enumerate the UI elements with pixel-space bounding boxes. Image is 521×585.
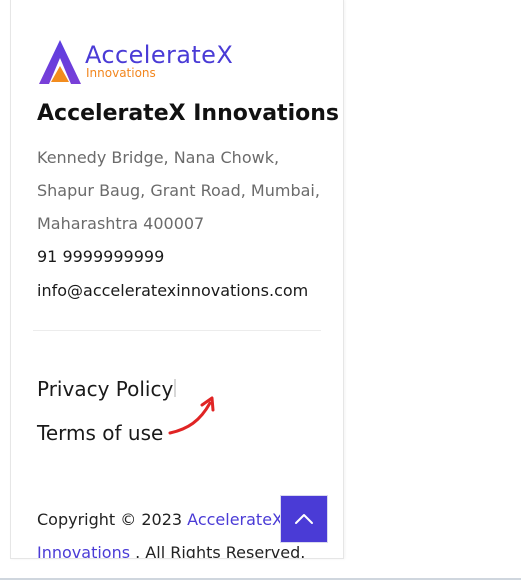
copyright-line-2: Innovations . All Rights Reserved.: [37, 543, 306, 559]
address-line-1: Kennedy Bridge, Nana Chowk,: [37, 148, 280, 167]
copyright-prefix: Copyright © 2023: [37, 510, 188, 529]
logo-wordmark: AccelerateX: [85, 41, 234, 69]
privacy-policy-link[interactable]: Privacy Policy: [37, 377, 173, 401]
logo-subtitle: Innovations: [86, 66, 156, 80]
terms-of-use-link[interactable]: Terms of use: [37, 421, 163, 445]
acceleratex-logo-icon: [39, 40, 81, 84]
copyright-suffix: . All Rights Reserved.: [130, 543, 306, 559]
chevron-up-icon: [295, 514, 313, 524]
address-line-3: Maharashtra 400007: [37, 214, 205, 233]
back-to-top-button[interactable]: [280, 495, 328, 543]
window-bottom-border: [0, 578, 521, 580]
company-name: AccelerateX Innovations: [37, 101, 339, 126]
copyright-line-1: Copyright © 2023 AccelerateX: [37, 510, 283, 529]
phone-number[interactable]: 91 9999999999: [37, 247, 164, 266]
footer-panel: AccelerateX Innovations AccelerateX Inno…: [10, 0, 344, 559]
arrow-annotation-icon: [168, 396, 215, 435]
copyright-brand-link-cont[interactable]: Innovations: [37, 543, 130, 558]
address-line-2: Shapur Baug, Grant Road, Mumbai,: [37, 181, 320, 200]
copyright-brand-link[interactable]: AccelerateX: [187, 510, 283, 529]
brand-logo[interactable]: AccelerateX Innovations: [37, 38, 237, 86]
footer-divider: [33, 330, 321, 331]
email-link[interactable]: info@acceleratexinnovations.com: [37, 281, 308, 300]
